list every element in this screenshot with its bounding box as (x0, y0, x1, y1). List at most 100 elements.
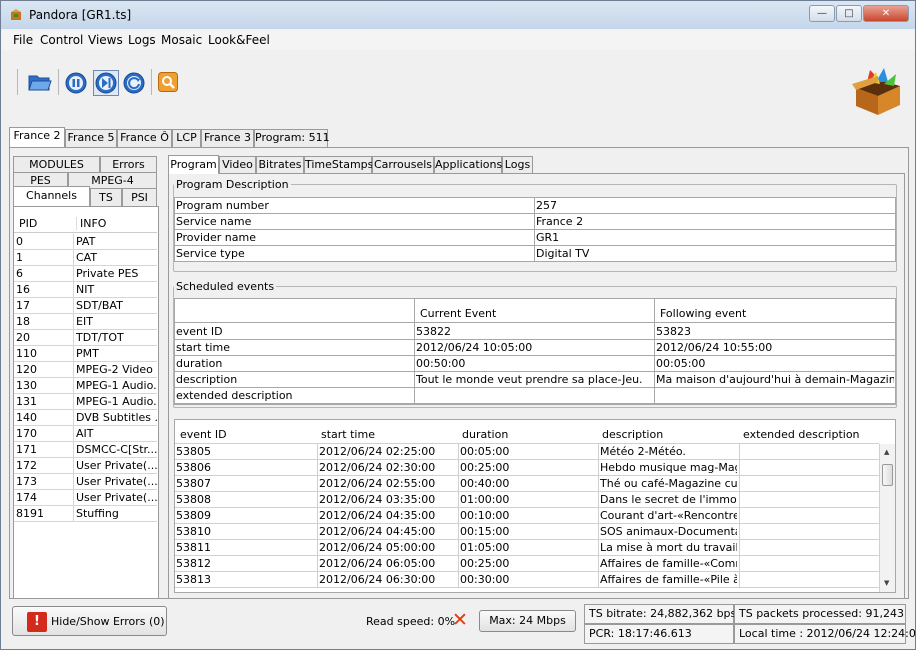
event-row[interactable]: 53806 2012/06/24 02:30:00 00:25:00 Hebdo mu… (175, 460, 879, 476)
program-description-row: Provider name GR1 (175, 230, 895, 246)
step-icon[interactable] (93, 70, 119, 96)
tab-france-3[interactable]: France 3 (201, 129, 254, 147)
extended-description-cell (739, 524, 878, 539)
event-row[interactable]: 53805 2012/06/24 02:25:00 00:05:00 Météo 2-… (175, 444, 879, 460)
scroll-up-icon[interactable]: ▲ (884, 448, 889, 456)
menu-mosaic[interactable]: Mosaic (161, 33, 202, 47)
event-field-name: extended description (176, 389, 293, 402)
tab-timestamps[interactable]: TimeStamps (304, 156, 373, 173)
start-time-header[interactable]: start time (321, 428, 375, 441)
description-cell: Affaires de famille-«Comm... (598, 556, 737, 571)
event-row[interactable]: 53810 2012/06/24 04:45:00 00:15:00 SOS anim… (175, 524, 879, 540)
event-list-scrollbar[interactable]: ▲ ▼ (879, 444, 895, 592)
stop-icon[interactable]: ✕ (452, 609, 468, 631)
tab-carrousels[interactable]: Carrousels (372, 156, 434, 173)
property-name: Service name (176, 215, 252, 228)
event-row[interactable]: 53811 2012/06/24 05:00:00 01:05:00 La mise … (175, 540, 879, 556)
extended-description-cell (739, 556, 878, 571)
tab-program[interactable]: Program (168, 155, 219, 174)
search-icon[interactable] (158, 72, 178, 92)
scheduled-events-table: Current Event Following event event ID 53… (174, 298, 896, 405)
event-row[interactable]: 53813 2012/06/24 06:30:00 00:30:00 Affaires… (175, 572, 879, 588)
info-header[interactable]: INFO (76, 217, 106, 230)
pid-cell: 120 (16, 363, 37, 376)
minimize-icon: — (817, 8, 827, 19)
pid-row[interactable]: 174 User Private(... (14, 490, 157, 506)
tab-logs[interactable]: Logs (502, 156, 533, 173)
tab-ts[interactable]: TS (90, 188, 122, 206)
menu-control[interactable]: Control (40, 33, 83, 47)
pid-row[interactable]: 17 SDT/BAT (14, 298, 157, 314)
menu-look-and-feel[interactable]: Look&Feel (208, 33, 270, 47)
scroll-down-icon[interactable]: ▼ (884, 579, 889, 587)
tab-psi[interactable]: PSI (122, 188, 157, 206)
following-event-value: 00:05:00 (656, 357, 706, 370)
pid-row[interactable]: 20 TDT/TOT (14, 330, 157, 346)
info-cell: Stuffing (73, 506, 157, 521)
event-id-header[interactable]: event ID (180, 428, 227, 441)
info-cell: AIT (73, 426, 157, 441)
tab-lcp[interactable]: LCP (172, 129, 201, 147)
close-button[interactable]: ✕ (863, 5, 909, 22)
pid-row[interactable]: 0 PAT (14, 234, 157, 250)
tab-france-2[interactable]: France 2 (9, 127, 65, 147)
pid-row[interactable]: 130 MPEG-1 Audio... (14, 378, 157, 394)
pid-row[interactable]: 16 NIT (14, 282, 157, 298)
program-description-row: Service name France 2 (175, 214, 895, 230)
pause-icon[interactable] (65, 72, 87, 94)
refresh-icon[interactable] (123, 72, 145, 94)
tab-france-o[interactable]: France Ô (117, 129, 172, 147)
description-cell: Affaires de famille-«Pile à l... (598, 572, 737, 587)
description-header[interactable]: description (602, 428, 663, 441)
pid-row[interactable]: 140 DVB Subtitles ... (14, 410, 157, 426)
menu-logs[interactable]: Logs (128, 33, 156, 47)
tab-modules[interactable]: MODULES (13, 156, 100, 172)
event-row[interactable]: 53812 2012/06/24 06:05:00 00:25:00 Affaires… (175, 556, 879, 572)
pid-cell: 131 (16, 395, 37, 408)
pid-row[interactable]: 131 MPEG-1 Audio... (14, 394, 157, 410)
minimize-button[interactable]: — (809, 5, 835, 22)
pid-row[interactable]: 6 Private PES (14, 266, 157, 282)
tab-program-511[interactable]: Program: 511 (254, 129, 330, 147)
tab-channels[interactable]: Channels (13, 186, 90, 206)
info-cell: MPEG-2 Video (73, 362, 157, 377)
pid-header[interactable]: PID (19, 217, 37, 230)
duration-cell: 00:30:00 (458, 572, 597, 587)
tab-france-5[interactable]: France 5 (65, 129, 117, 147)
event-row[interactable]: 53807 2012/06/24 02:55:00 00:40:00 Thé ou c… (175, 476, 879, 492)
menu-views[interactable]: Views (88, 33, 123, 47)
tab-video[interactable]: Video (219, 156, 256, 173)
tab-bitrates[interactable]: Bitrates (256, 156, 304, 173)
tab-applications[interactable]: Applications (434, 156, 502, 173)
pid-row[interactable]: 110 PMT (14, 346, 157, 362)
current-event-value: 53822 (416, 325, 451, 338)
pid-row[interactable]: 120 MPEG-2 Video (14, 362, 157, 378)
pid-row[interactable]: 18 EIT (14, 314, 157, 330)
menu-file[interactable]: File (13, 33, 33, 47)
start-time-cell: 2012/06/24 04:35:00 (317, 508, 456, 523)
info-cell: DVB Subtitles ... (73, 410, 157, 425)
event-row[interactable]: 53808 2012/06/24 03:35:00 01:00:00 Dans le … (175, 492, 879, 508)
scrollbar-thumb[interactable] (882, 464, 893, 486)
pid-cell: 174 (16, 491, 37, 504)
pid-row[interactable]: 1 CAT (14, 250, 157, 266)
maximize-button[interactable]: □ (836, 5, 862, 22)
description-cell: Météo 2-Météo. (598, 444, 737, 459)
pid-row[interactable]: 8191 Stuffing (14, 506, 157, 522)
max-speed-button[interactable]: Max: 24 Mbps (479, 610, 576, 632)
pid-row[interactable]: 173 User Private(... (14, 474, 157, 490)
event-id-cell: 53808 (176, 493, 211, 506)
event-row[interactable]: 53809 2012/06/24 04:35:00 00:10:00 Courant … (175, 508, 879, 524)
open-folder-icon[interactable] (28, 72, 52, 92)
tab-errors[interactable]: Errors (100, 156, 157, 172)
hide-show-errors-button[interactable]: ! Hide/Show Errors (0) (12, 606, 167, 636)
toolbar (2, 51, 914, 125)
description-cell: Thé ou café-Magazine cult... (598, 476, 737, 491)
pid-row[interactable]: 171 DSMCC-C[Str... (14, 442, 157, 458)
extended-description-header[interactable]: extended description (743, 428, 860, 441)
pid-row[interactable]: 170 AIT (14, 426, 157, 442)
info-cell: Private PES (73, 266, 157, 281)
pid-cell: 173 (16, 475, 37, 488)
duration-header[interactable]: duration (462, 428, 508, 441)
pid-row[interactable]: 172 User Private(... (14, 458, 157, 474)
